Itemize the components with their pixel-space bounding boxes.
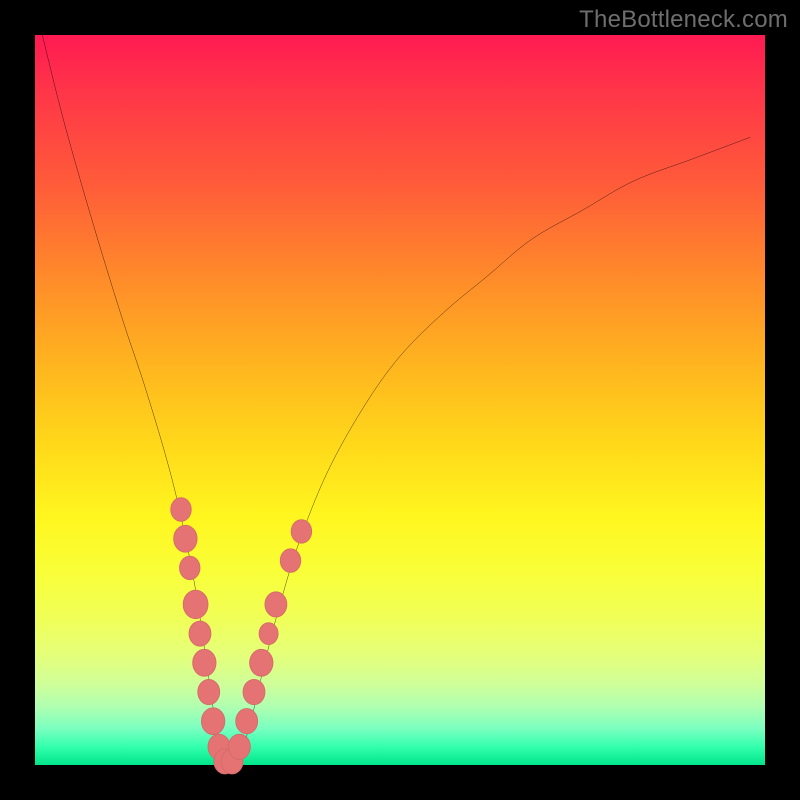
plot-area [35,35,765,765]
curve-marker [228,734,250,759]
curve-marker [174,525,197,552]
chart-frame: TheBottleneck.com [0,0,800,800]
curve-marker [236,709,258,734]
curve-marker [183,590,208,619]
curve-marker [180,556,200,580]
curve-marker [193,649,216,676]
curve-marker [189,621,211,646]
watermark-text: TheBottleneck.com [579,6,788,34]
curve-marker [265,592,287,617]
curve-marker [280,549,300,573]
bottleneck-curve [42,35,750,769]
curve-marker [243,679,265,704]
curve-markers [171,498,312,774]
curve-marker [291,520,311,544]
curve-marker [198,679,220,704]
curve-marker [259,623,278,645]
curve-marker [201,708,224,735]
curve-marker [250,649,273,676]
chart-svg [35,35,765,765]
curve-marker [171,498,191,522]
